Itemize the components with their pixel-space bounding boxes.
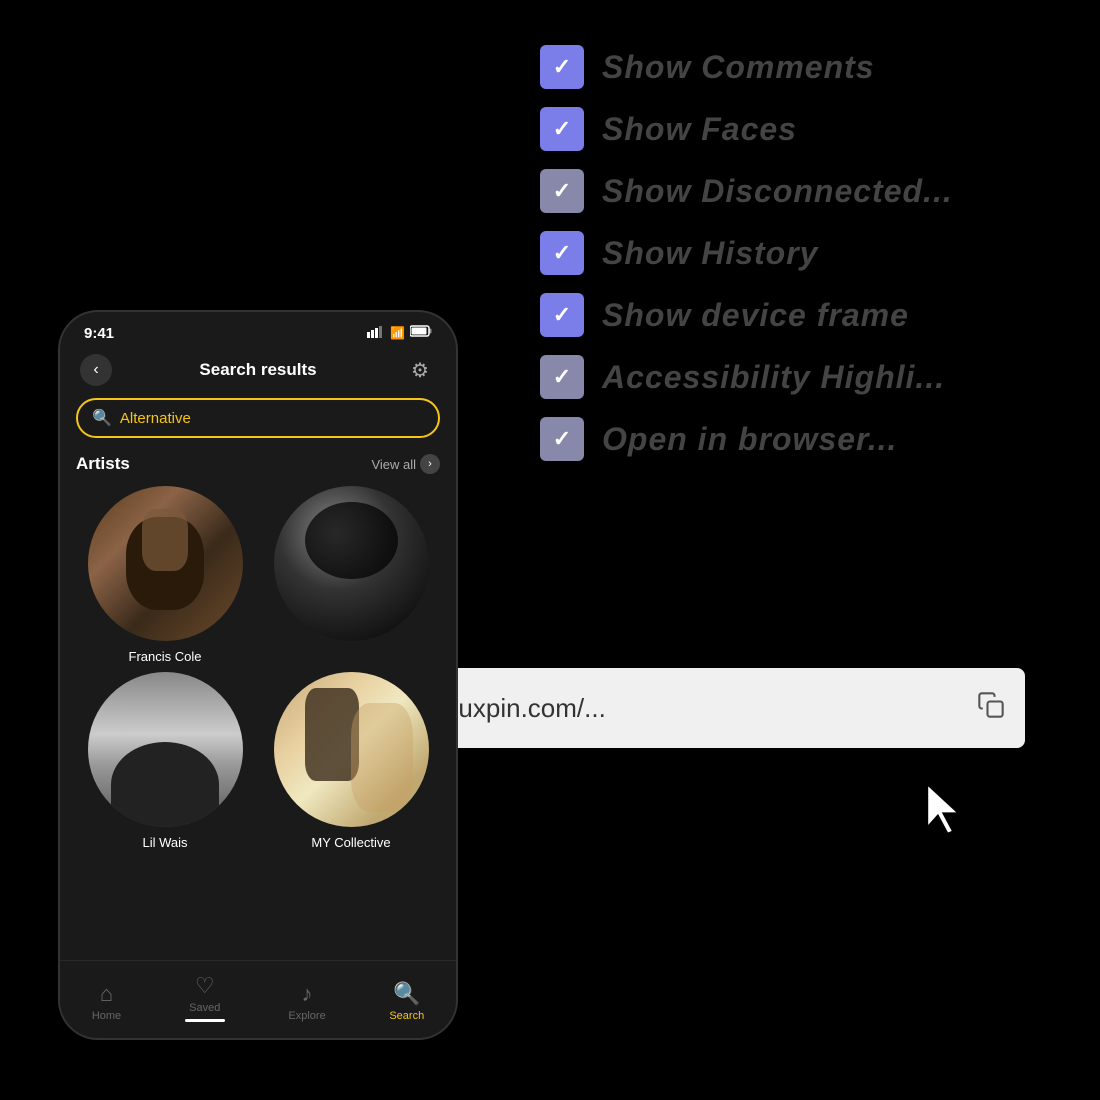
- checkbox-5[interactable]: ✓: [540, 293, 584, 337]
- nav-home[interactable]: ⌂ Home: [92, 981, 121, 1022]
- checkbox-7[interactable]: ✓: [540, 417, 584, 461]
- artist-name-4: MY Collective: [311, 835, 390, 850]
- nav-explore[interactable]: ♪ Explore: [288, 981, 325, 1022]
- artist-avatar-2: [274, 486, 429, 641]
- checkbox-label-1: Show Comments: [602, 49, 875, 86]
- saved-label: Saved: [189, 1002, 220, 1014]
- checkbox-label-6: Accessibility Highli...: [602, 359, 945, 396]
- back-button[interactable]: ‹: [80, 354, 112, 386]
- status-time: 9:41: [84, 325, 114, 342]
- checkbox-label-5: Show device frame: [602, 297, 909, 334]
- saved-icon: ♡: [195, 973, 215, 999]
- nav-search[interactable]: 🔍 Search: [389, 981, 424, 1022]
- artist-card-3[interactable]: Lil Wais: [76, 672, 254, 850]
- artist-avatar-1: [88, 486, 243, 641]
- checkbox-row-6[interactable]: ✓ Accessibility Highli...: [540, 355, 953, 399]
- artist-avatar-3: [88, 672, 243, 827]
- home-icon: ⌂: [100, 981, 113, 1007]
- signal-icon: [367, 326, 385, 341]
- checkbox-list: ✓ Show Comments ✓ Show Faces ✓ Show Disc…: [540, 45, 953, 461]
- checkbox-label-3: Show Disconnected...: [602, 173, 953, 210]
- checkbox-4[interactable]: ✓: [540, 231, 584, 275]
- settings-button[interactable]: ⚙: [404, 354, 436, 386]
- search-nav-icon: 🔍: [393, 981, 420, 1007]
- status-bar: 9:41 📶: [60, 312, 456, 350]
- checkbox-label-2: Show Faces: [602, 111, 797, 148]
- checkbox-row-2[interactable]: ✓ Show Faces: [540, 107, 953, 151]
- checkbox-1[interactable]: ✓: [540, 45, 584, 89]
- explore-label: Explore: [288, 1010, 325, 1022]
- checkbox-6[interactable]: ✓: [540, 355, 584, 399]
- home-label: Home: [92, 1010, 121, 1022]
- artist-name-3: Lil Wais: [142, 835, 187, 850]
- nav-saved[interactable]: ♡ Saved: [185, 973, 225, 1022]
- bottom-nav: ⌂ Home ♡ Saved ♪ Explore 🔍 Search: [60, 960, 456, 1038]
- view-all-button[interactable]: View all ›: [371, 454, 440, 474]
- checkbox-row-7[interactable]: ✓ Open in browser...: [540, 417, 953, 461]
- phone-header: ‹ Search results ⚙: [60, 350, 456, 398]
- explore-icon: ♪: [302, 981, 313, 1007]
- checkbox-2[interactable]: ✓: [540, 107, 584, 151]
- search-bar[interactable]: 🔍 Alternative: [76, 398, 440, 438]
- checkbox-row-4[interactable]: ✓ Show History: [540, 231, 953, 275]
- artist-card-1[interactable]: Francis Cole: [76, 486, 254, 664]
- artist-avatar-4: [274, 672, 429, 827]
- search-input[interactable]: Alternative: [120, 410, 191, 427]
- artist-card-4[interactable]: MY Collective: [262, 672, 440, 850]
- artist-grid: Francis Cole Lil Wais MY Collective: [60, 486, 456, 866]
- checkbox-label-4: Show History: [602, 235, 818, 272]
- wifi-icon: 📶: [390, 326, 405, 340]
- checkbox-3[interactable]: ✓: [540, 169, 584, 213]
- view-all-label: View all: [371, 457, 416, 472]
- checkbox-row-3[interactable]: ✓ Show Disconnected...: [540, 169, 953, 213]
- search-icon: 🔍: [92, 408, 112, 428]
- view-all-arrow-icon: ›: [420, 454, 440, 474]
- checkbox-label-7: Open in browser...: [602, 421, 897, 458]
- battery-icon: [410, 324, 432, 342]
- header-title: Search results: [199, 360, 316, 380]
- artist-name-1: Francis Cole: [129, 649, 202, 664]
- artists-title: Artists: [76, 454, 130, 474]
- mouse-cursor: [920, 780, 970, 840]
- artists-section-header: Artists View all ›: [60, 454, 456, 486]
- checkbox-row-5[interactable]: ✓ Show device frame: [540, 293, 953, 337]
- status-icons: 📶: [367, 324, 432, 342]
- copy-icon[interactable]: [977, 691, 1005, 726]
- artist-card-2[interactable]: [262, 486, 440, 664]
- search-label: Search: [389, 1010, 424, 1022]
- nav-indicator: [185, 1019, 225, 1022]
- phone-mockup: 9:41 📶 ‹ Search results: [58, 310, 458, 1040]
- checkbox-row-1[interactable]: ✓ Show Comments: [540, 45, 953, 89]
